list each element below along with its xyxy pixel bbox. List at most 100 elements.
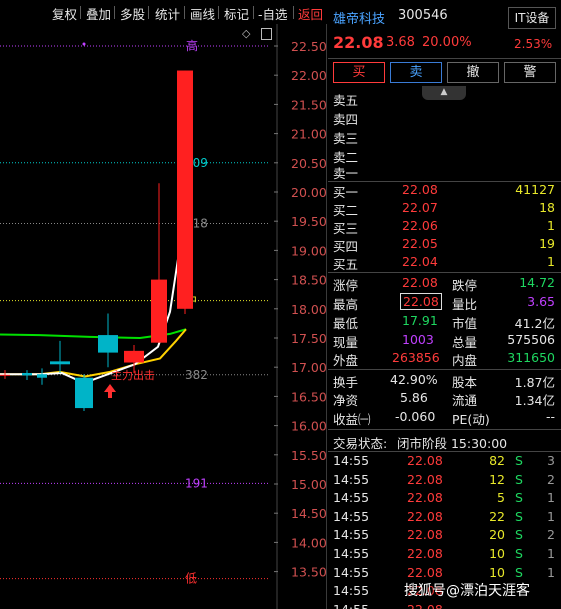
ask-label: 卖四 (333, 112, 359, 127)
bid-label: 买五 (333, 257, 359, 272)
eps-value: -0.060 (395, 409, 436, 424)
tick-volume: 82 (489, 453, 505, 468)
bid-price: 22.04 (402, 254, 438, 269)
divider (328, 272, 561, 273)
tick-price: 22.08 (407, 490, 443, 506)
tick-count: 1 (547, 564, 555, 580)
bid-price: 22.05 (402, 236, 438, 251)
bid-volume: 1 (547, 218, 555, 233)
volume-ratio-label: 量比 (452, 297, 478, 312)
price-tick-label: 21.50 (291, 97, 327, 112)
price-tick-label: 17.50 (291, 331, 327, 346)
candle-body (37, 374, 47, 378)
tick-time: 14:55 (333, 546, 370, 561)
tick-price: 22.08 (407, 564, 443, 580)
tick-row: 14:55 22.08 22 S 1 (328, 509, 561, 528)
price-tick-label: 22.50 (291, 39, 327, 54)
last-price: 22.08 (333, 33, 384, 52)
candle-body (50, 361, 70, 365)
ask-row[interactable]: 卖四 (328, 109, 561, 128)
buy-button[interactable]: 买 (333, 62, 385, 83)
price-tick-label: 16.00 (291, 419, 327, 434)
stock-name[interactable]: 雄帝科技 (333, 8, 385, 27)
remove-watchlist-button[interactable]: -自选 (258, 4, 288, 23)
chart-toolbar: 复权 叠加 多股 统计 画线 标记 -自选 返回 (0, 0, 327, 24)
restore-rights-button[interactable]: 复权 (52, 4, 77, 23)
toolbar-separator (148, 6, 149, 19)
toolbar-separator (253, 6, 254, 19)
price-tick-label: 14.00 (291, 535, 327, 550)
pe-value: -- (545, 409, 555, 424)
quote-panel: 雄帝科技 300546 IT设备 22.08 3.68 20.00% 2.53%… (328, 0, 561, 609)
stats-row: 现量 1003 总量 575506 (328, 332, 561, 351)
overlay-button[interactable]: 叠加 (86, 4, 111, 23)
level-top-label: 高 (186, 38, 198, 53)
bid-volume: 41127 (515, 182, 555, 197)
candle-body (98, 335, 118, 353)
tick-time: 14:55 (333, 453, 370, 468)
bid-label: 买三 (333, 221, 359, 236)
tick-row: 14:55 22.08 10 S 1 (328, 546, 561, 565)
tick-time: 14:55 (333, 471, 370, 487)
bid-row[interactable]: 买五 22.04 1 (328, 254, 561, 273)
tick-row: 14:55 22.08 5 S 1 (328, 490, 561, 509)
multi-stock-button[interactable]: 多股 (120, 4, 145, 23)
stats-row: 最低 17.91 市值 41.2亿 (328, 313, 561, 332)
candle-body (177, 70, 193, 309)
bid-price: 22.07 (402, 200, 438, 215)
sell-button[interactable]: 卖 (390, 62, 442, 83)
toolbar-separator (293, 6, 294, 19)
toolbar-separator (184, 6, 185, 19)
tick-count: 1 (547, 508, 555, 524)
toolbar-separator (218, 6, 219, 19)
alert-button[interactable]: 警 (504, 62, 556, 83)
toolbar-separator (114, 6, 115, 19)
mark-button[interactable]: 标记 (224, 4, 249, 23)
level-382-label: 382 (185, 368, 208, 382)
tick-price: 22.08 (407, 471, 443, 487)
bid-price: 22.06 (402, 218, 438, 233)
limit-down-label: 跌停 (452, 278, 478, 293)
diamond-icon[interactable]: ◇ (242, 27, 250, 40)
price-line: 22.08 3.68 20.00% 2.53% (328, 33, 561, 55)
tick-time: 14:55 (333, 564, 370, 580)
sector-badge[interactable]: IT设备 (508, 7, 556, 29)
tick-volume: 22 (489, 508, 505, 524)
tick-time: 14:55 (333, 583, 370, 599)
bid-label: 买二 (333, 203, 359, 218)
tick-side: S (515, 490, 523, 506)
statistics-button[interactable]: 统计 (155, 4, 180, 23)
ask-row[interactable]: 卖五 (328, 90, 561, 109)
tick-row: 14:55 22.08 12 S 2 (328, 472, 561, 491)
tick-row: 14:55 22.08 82 S 3 (328, 453, 561, 472)
action-bar: 买 卖 撤 警 (328, 62, 561, 84)
bid-row[interactable]: 买三 22.06 1 (328, 218, 561, 237)
tick-count: 2 (547, 527, 555, 543)
tick-price: 22.08 (407, 546, 443, 561)
limit-down-value: 14.72 (519, 275, 555, 290)
price-tick-label: 17.00 (291, 360, 327, 375)
status-value: 闭市阶段 15:30:00 (397, 436, 508, 451)
kline-chart-area[interactable]: 22.50 22.00 21.50 21.00 20.50 20.00 19.50 19.00… (0, 0, 327, 609)
outer-disc-label: 外盘 (333, 353, 359, 368)
low-label: 最低 (333, 316, 359, 331)
cancel-order-button[interactable]: 撤 (447, 62, 499, 83)
limit-up-value: 22.08 (402, 275, 438, 290)
bid-row[interactable]: 买四 22.05 19 (328, 236, 561, 255)
tick-row: 14:55 22.08 20 S 2 (328, 527, 561, 546)
draw-line-button[interactable]: 画线 (190, 4, 215, 23)
ask-row[interactable]: 卖三 (328, 128, 561, 147)
back-button[interactable]: 返回 (298, 4, 323, 23)
bid-row[interactable]: 买二 22.07 18 (328, 200, 561, 219)
window-toggle-icon[interactable] (261, 28, 272, 40)
bid-row[interactable]: 买一 22.08 41127 (328, 182, 561, 201)
price-tick-label: 20.50 (291, 156, 327, 171)
ask-row[interactable]: 卖一 (328, 163, 561, 182)
tick-side: S (515, 564, 523, 580)
tick-price: 22.08 (407, 602, 443, 609)
candle-body (75, 377, 93, 409)
level-low-label: 低 (185, 572, 197, 586)
tick-side: S (515, 453, 523, 468)
stats-row: 净资 5.86 流通 1.34亿 (328, 390, 561, 409)
kline-chart[interactable]: 22.50 22.00 21.50 21.00 20.50 20.00 19.50 19.00… (0, 0, 327, 609)
